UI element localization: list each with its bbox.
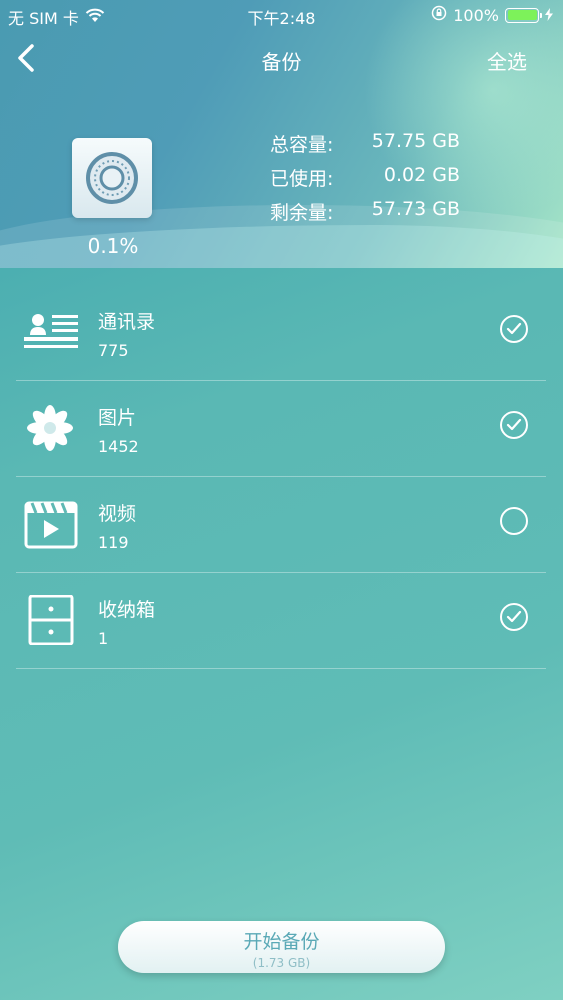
checkbox-checked[interactable] xyxy=(500,315,528,343)
backup-size-label: (1.73 GB) xyxy=(252,956,311,970)
stat-used: 已使用: 0.02 GB xyxy=(270,164,470,198)
checkbox-checked[interactable] xyxy=(500,411,528,439)
nav-bar: 备份 全选 xyxy=(0,38,563,78)
list-item-storage-box[interactable]: 收纳箱 1 xyxy=(16,573,546,669)
stat-total: 总容量: 57.75 GB xyxy=(270,130,470,164)
stat-value: 0.02 GB xyxy=(383,164,460,186)
battery-icon xyxy=(505,7,542,23)
select-all-button[interactable]: 全选 xyxy=(487,46,527,75)
item-name: 视频 xyxy=(98,503,137,525)
item-count: 1452 xyxy=(98,437,139,456)
flower-icon xyxy=(22,403,78,453)
stat-remaining: 剩余量: 57.73 GB xyxy=(270,198,470,232)
item-name: 通讯录 xyxy=(98,311,156,333)
checkmark-icon xyxy=(506,610,522,623)
drawer-icon xyxy=(22,594,78,646)
storage-stats: 总容量: 57.75 GB 已使用: 0.02 GB 剩余量: 57.73 GB xyxy=(270,130,470,232)
checkmark-icon xyxy=(506,322,522,335)
stat-value: 57.73 GB xyxy=(371,198,460,220)
item-count: 119 xyxy=(98,533,129,552)
list-item-photos[interactable]: 图片 1452 xyxy=(16,381,546,477)
list-item-contacts[interactable]: 通讯录 775 xyxy=(16,285,546,381)
item-name: 图片 xyxy=(98,407,137,429)
page-title: 备份 xyxy=(261,50,302,74)
item-count: 775 xyxy=(98,341,129,360)
checkbox-checked[interactable] xyxy=(500,603,528,631)
stat-value: 57.75 GB xyxy=(371,130,460,152)
stat-label: 已使用: xyxy=(270,168,334,190)
charging-icon xyxy=(545,6,553,25)
rotation-lock-icon xyxy=(431,5,447,25)
item-name: 收纳箱 xyxy=(98,599,156,621)
checkmark-icon xyxy=(506,418,522,431)
usage-percent: 0.1% xyxy=(87,234,139,258)
backup-list: 通讯录 775 图片 1452 视频 119 收纳箱 1 xyxy=(16,285,546,669)
status-bar: 无 SIM 卡 下午2:48 100% xyxy=(0,0,563,30)
checkbox-unchecked[interactable] xyxy=(500,507,528,535)
video-icon xyxy=(22,499,78,549)
start-backup-label: 开始备份 xyxy=(243,931,320,953)
contacts-icon xyxy=(22,307,78,357)
stat-label: 剩余量: xyxy=(270,202,334,224)
stat-label: 总容量: xyxy=(270,134,334,156)
battery-percent: 100% xyxy=(453,5,499,25)
start-backup-button[interactable]: 开始备份 (1.73 GB) xyxy=(118,921,445,973)
list-item-videos[interactable]: 视频 119 xyxy=(16,477,546,573)
safe-icon xyxy=(72,138,152,218)
item-count: 1 xyxy=(98,629,109,648)
